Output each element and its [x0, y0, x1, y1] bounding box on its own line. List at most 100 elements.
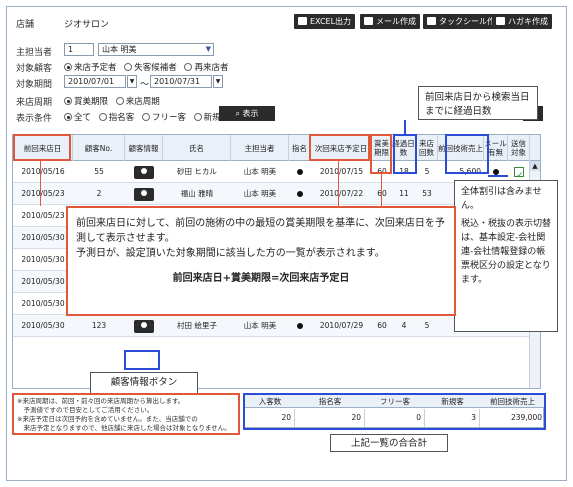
period-to-input[interactable]: 2010/07/31 — [150, 75, 212, 88]
connector-line — [488, 175, 508, 177]
th-no[interactable]: 顧客No. — [73, 135, 125, 161]
notes: ※来店周期は、前回・前々回の来店周期から算出します。 予測値ですので目安としてご… — [17, 397, 231, 432]
radio-display-2[interactable]: フリー客 — [141, 113, 186, 123]
excel-export-button[interactable]: EXCEL出力 — [294, 14, 356, 29]
mail-icon — [364, 17, 373, 25]
cell-last: 2010/05/30 — [21, 255, 65, 264]
th-send[interactable]: 送信対象 — [508, 135, 530, 161]
store-label: 店舗 — [16, 20, 35, 30]
cell-info — [125, 161, 163, 183]
period-from-dropdown[interactable]: ▼ — [127, 75, 137, 88]
th-visits[interactable]: 来店回数 — [416, 135, 438, 161]
customer-info-button[interactable] — [134, 319, 154, 333]
dot-icon — [297, 191, 303, 197]
staff-code-input[interactable]: 1 — [64, 43, 94, 56]
staff-name: 山本 明美 — [102, 45, 137, 54]
th-staff[interactable]: 主担当者 — [231, 135, 289, 161]
period-to-dropdown[interactable]: ▼ — [213, 75, 223, 88]
th-info: 顧客情報 — [125, 135, 163, 161]
cell-elapsed: 4 — [401, 321, 407, 330]
base-radio-group: 賞美期限 来店周期 — [64, 95, 165, 107]
cell-no: 123 — [91, 321, 107, 330]
period-label: 対象期間 — [16, 80, 53, 90]
search-icon: ⌕ — [235, 109, 243, 118]
callout-tax: 全体割引は含みません。 税込・税抜の表示切替は、基本設定-会社関連-会社情報登録の… — [454, 180, 558, 332]
callout-main: 前回来店日に対して、前回の施術の中の最短の賞美期限を基準に、次回来店日を予測して… — [66, 206, 456, 316]
dot-icon — [297, 169, 303, 175]
target-label: 対象顧客 — [16, 64, 53, 74]
highlight-last-visit — [13, 134, 71, 161]
scroll-up-icon[interactable]: ▲ — [530, 161, 540, 171]
chevron-down-icon: ▼ — [205, 45, 211, 53]
cell-last: 2010/05/30 — [21, 277, 65, 286]
cell-limit: 60 — [377, 321, 387, 330]
cell-last: 2010/05/30 — [21, 233, 65, 242]
postcard-icon — [496, 17, 505, 25]
radio-target-2[interactable]: 再来店者 — [184, 63, 228, 73]
radio-target-1[interactable]: 失客候補者 — [124, 63, 177, 73]
callout-elapsed: 前回来店日から検索当日までに経過日数 — [418, 86, 538, 120]
send-checkbox[interactable] — [514, 165, 524, 183]
highlight-limit — [370, 134, 392, 174]
mail-create-button[interactable]: メール作成 — [360, 14, 420, 29]
highlight-next-visit — [309, 134, 370, 161]
show-button[interactable]: ⌕ 表示 — [219, 106, 275, 121]
customer-info-button[interactable] — [134, 165, 154, 179]
callout-totals: 上記一覧の合合計 — [330, 434, 448, 452]
show-button-label: 表示 — [242, 109, 259, 118]
cell-last: 2010/05/30 — [21, 321, 65, 330]
cell-last: 2010/05/16 — [21, 167, 65, 176]
chevron-down-icon: ▼ — [215, 78, 221, 85]
connector-line — [381, 174, 382, 206]
cell-flag — [289, 315, 311, 337]
cell-no: 2 — [96, 189, 102, 198]
label-icon — [427, 17, 436, 25]
period-from-input[interactable]: 2010/07/01 — [64, 75, 126, 88]
excel-icon — [298, 17, 307, 25]
base-label: 来店周期 — [16, 98, 53, 108]
period-separator: 〜 — [140, 80, 150, 90]
radio-target-0[interactable]: 来店予定者 — [64, 63, 117, 73]
cell-staff: 山本 明美 — [243, 189, 277, 198]
display-radio-group: 全て 指名客 フリー客 新規客 — [64, 111, 234, 123]
highlight-customer-button — [124, 350, 160, 370]
staff-label: 主担当者 — [16, 48, 53, 58]
connector-line — [338, 161, 339, 206]
cell-staff: 山本 明美 — [243, 321, 277, 330]
connector-line — [40, 161, 41, 206]
th-nominate[interactable]: 指名 — [289, 135, 311, 161]
cell-visits: 5 — [424, 321, 430, 330]
cell-flag — [289, 161, 311, 183]
highlight-elapsed — [393, 134, 417, 174]
store-value: ジオサロン — [64, 20, 110, 30]
cell-staff: 山本 明美 — [243, 167, 277, 176]
radio-base-1[interactable]: 来店周期 — [115, 97, 160, 107]
customer-info-button[interactable] — [134, 187, 154, 201]
highlight-summary — [243, 393, 546, 430]
cell-info — [125, 183, 163, 205]
postcard-button[interactable]: ハガキ作成 — [492, 14, 552, 29]
dot-icon — [297, 323, 303, 329]
cell-last: 2010/05/30 — [21, 299, 65, 308]
radio-display-1[interactable]: 指名客 — [98, 113, 134, 123]
cell-next: 2010/07/22 — [319, 189, 364, 198]
highlight-sales — [445, 134, 489, 174]
cell-visits: 53 — [422, 189, 432, 198]
cell-last: 2010/05/23 — [21, 211, 65, 220]
radio-base-0[interactable]: 賞美期限 — [64, 97, 108, 107]
connector-line — [404, 120, 406, 134]
th-name[interactable]: 氏名 — [163, 135, 231, 161]
callout-customer-button: 顧客情報ボタン — [90, 372, 198, 394]
cell-no: 55 — [94, 167, 104, 176]
staff-select[interactable]: 山本 明美 ▼ — [98, 43, 214, 56]
chevron-down-icon: ▼ — [129, 78, 135, 85]
cell-name: 福山 雅晴 — [180, 189, 214, 198]
cell-info — [125, 315, 163, 337]
cell-elapsed: 11 — [399, 189, 409, 198]
cell-next: 2010/07/15 — [319, 167, 364, 176]
cell-flag — [289, 183, 311, 205]
target-radio-group: 来店予定者 失客候補者 再来店者 — [64, 61, 233, 73]
cell-next: 2010/07/29 — [319, 321, 364, 330]
cell-last: 2010/05/23 — [21, 189, 65, 198]
radio-display-0[interactable]: 全て — [64, 113, 91, 123]
